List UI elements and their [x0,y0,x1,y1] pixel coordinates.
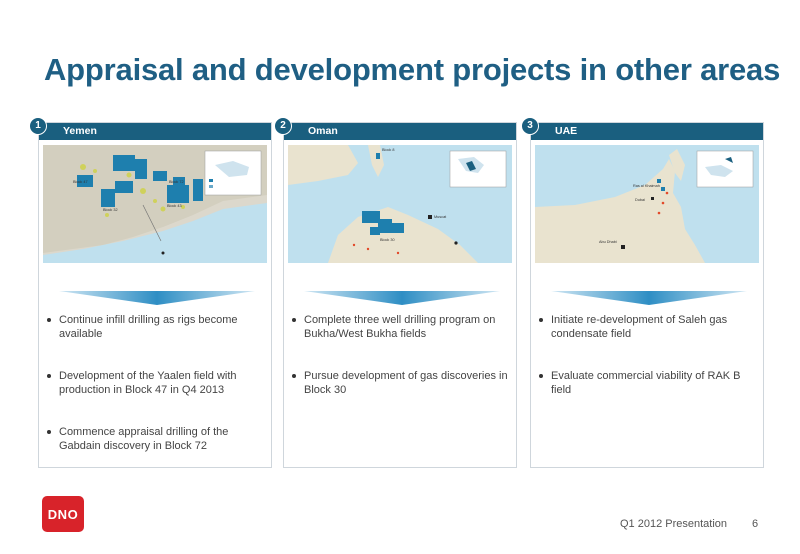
chevron-down-icon [59,291,255,305]
panel-heading: Yemen [39,123,271,140]
chevron-down-icon [304,291,500,305]
bullet-item: Complete three well drilling program on … [290,313,512,341]
footer-text: Q1 2012 Presentation [620,518,728,530]
map-label-yemen-3: Block 32 [103,208,118,212]
page-number: 6 [752,518,759,530]
panel-yemen: Yemen 1 Block 47 Block 72 Block 32 Block… [29,117,272,468]
chevron-down-icon [551,291,747,305]
map-label-oman-3: Block 30 [380,238,395,242]
map-label-yemen-1: Block 47 [73,180,88,184]
bullet-item: Initiate re-development of Saleh gas con… [537,313,759,341]
map-label-oman-2: Block 8 [382,148,394,152]
dno-logo: DNO [42,496,84,532]
bullet-item: Development of the Yaalen field with pro… [45,369,267,397]
map-label-uae-3: Abu Dhabi [599,240,617,244]
bullet-item: Continue infill drilling as rigs become … [45,313,267,341]
panel-number-badge: 3 [521,117,539,135]
slide-title: Appraisal and development projects in ot… [44,52,781,87]
map-label-yemen-2: Block 72 [169,180,184,184]
uae-map: Ras al Khaimah Dubai Abu Dhabi [535,145,759,263]
bullet-item: Pursue development of gas discoveries in… [290,369,512,397]
map-label-oman-1: Muscat [434,215,447,219]
yemen-map: Block 47 Block 72 Block 32 Block 43 [43,145,267,263]
bullet-item: Evaluate commercial viability of RAK B f… [537,369,759,397]
panel-number-badge: 2 [274,117,292,135]
bullet-item: Commence appraisal drilling of the Gabda… [45,425,267,453]
map-label-yemen-4: Block 43 [167,204,182,208]
map-label-uae-2: Dubai [635,198,645,202]
panel-heading: UAE [531,123,763,140]
map-label-uae-1: Ras al Khaimah [633,184,660,188]
panel-heading: Oman [284,123,516,140]
panel-uae: UAE 3 Ras al Khaimah Dubai Abu Dhabi Ini… [521,117,764,468]
oman-map: Muscat Block 8 Block 30 [288,145,512,263]
panel-oman: Oman 2 Muscat Block 8 Block 30 Complete … [274,117,517,468]
panel-number-badge: 1 [29,117,47,135]
